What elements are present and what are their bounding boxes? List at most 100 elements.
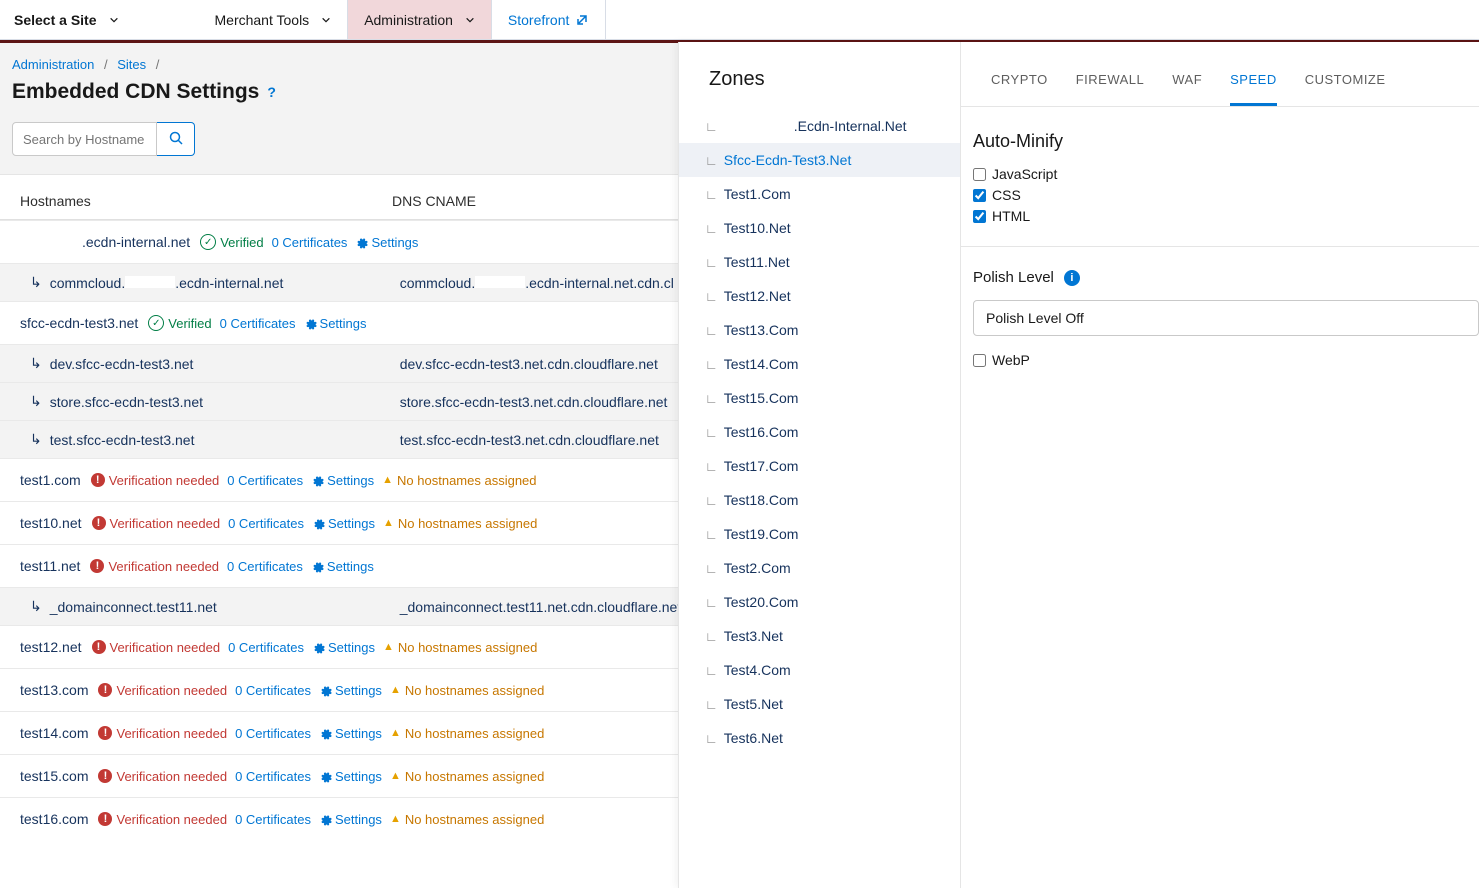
search-icon (169, 131, 183, 145)
polish-level-select[interactable]: Polish Level Off (973, 300, 1479, 336)
webp-row[interactable]: WebP (973, 352, 1479, 368)
settings-link[interactable]: Settings (319, 769, 382, 784)
verification-needed-badge: Verification needed (98, 726, 227, 741)
settings-link[interactable]: Settings (312, 640, 375, 655)
minify-css-checkbox[interactable] (973, 189, 986, 202)
sub-hostname: _domainconnect.test11.net (50, 599, 400, 615)
certificates-link[interactable]: 0 Certificates (235, 683, 311, 698)
settings-link[interactable]: Settings (319, 726, 382, 741)
certificates-link[interactable]: 0 Certificates (235, 812, 311, 827)
tree-icon: ∟ (705, 425, 718, 440)
settings-link[interactable]: Settings (319, 812, 382, 827)
tree-icon: ∟ (705, 731, 718, 746)
administration-label: Administration (364, 12, 453, 28)
sub-cname: store.sfcc-ecdn-test3.net.cdn.cloudflare… (400, 394, 668, 410)
storefront-link[interactable]: Storefront (492, 0, 606, 39)
help-icon[interactable]: ? (267, 84, 276, 100)
zone-item[interactable]: ∟Test18.Com (679, 483, 960, 517)
zone-label: Test6.Net (724, 730, 783, 746)
host-label: test11.net (20, 558, 80, 574)
certificates-link[interactable]: 0 Certificates (228, 640, 304, 655)
site-selector[interactable]: Select a Site (0, 0, 199, 39)
host-label: .ecdn-internal.net (20, 234, 190, 250)
warning-badge: No hostnames assigned (390, 769, 544, 784)
host-label: test13.com (20, 682, 88, 698)
zone-item[interactable]: ∟ Test6.Net (679, 721, 960, 755)
zone-item[interactable]: ∟Test4.Com (679, 653, 960, 687)
verification-needed-badge: Verification needed (91, 473, 220, 488)
sub-cname: test.sfcc-ecdn-test3.net.cdn.cloudflare.… (400, 432, 659, 448)
zone-label: Test3.Net (724, 628, 783, 644)
zone-label: Test13.Com (724, 322, 799, 338)
tab-firewall[interactable]: FIREWALL (1076, 72, 1145, 106)
zone-label: Test10.Net (724, 220, 791, 236)
polish-section: Polish Level i Polish Level Off WebP (961, 247, 1479, 368)
tab-crypto[interactable]: CRYPTO (991, 72, 1048, 106)
zone-item[interactable]: ∟Test16.Com (679, 415, 960, 449)
zone-item[interactable]: ∟Test11.Net (679, 245, 960, 279)
tab-customize[interactable]: CUSTOMIZE (1305, 72, 1386, 106)
zone-item[interactable]: ∟Test1.Com (679, 177, 960, 211)
zone-label: Test4.Com (724, 662, 791, 678)
zone-item[interactable]: ∟Test19.Com (679, 517, 960, 551)
zone-item[interactable]: ∟Test5.Net (679, 687, 960, 721)
breadcrumb-admin[interactable]: Administration (12, 57, 94, 72)
tab-waf[interactable]: WAF (1172, 72, 1202, 106)
host-label: test15.com (20, 768, 88, 784)
webp-checkbox[interactable] (973, 354, 986, 367)
tab-speed[interactable]: SPEED (1230, 72, 1277, 106)
certificates-link[interactable]: 0 Certificates (227, 473, 303, 488)
tree-icon: ∟ (705, 221, 718, 236)
administration-menu[interactable]: Administration (348, 0, 492, 39)
verification-needed-badge: Verification needed (92, 640, 221, 655)
indent-arrow-icon: ↳ (30, 598, 42, 615)
search-button[interactable] (157, 122, 195, 156)
site-selector-label: Select a Site (14, 12, 97, 28)
warning-badge: No hostnames assigned (383, 640, 537, 655)
verified-badge: Verified (200, 234, 263, 250)
minify-html-row[interactable]: HTML (973, 208, 1479, 224)
zone-item[interactable]: ∟Test17.Com (679, 449, 960, 483)
certificates-link[interactable]: 0 Certificates (228, 516, 304, 531)
info-icon[interactable]: i (1064, 270, 1080, 286)
zone-item[interactable]: ∟Sfcc-Ecdn-Test3.Net (679, 143, 960, 177)
settings-link[interactable]: Settings (319, 683, 382, 698)
settings-link[interactable]: Settings (355, 235, 418, 250)
minify-js-checkbox[interactable] (973, 168, 986, 181)
zone-item[interactable]: ∟Test20.Com (679, 585, 960, 619)
breadcrumb-sites[interactable]: Sites (117, 57, 146, 72)
host-label: test12.net (20, 639, 82, 655)
zone-item[interactable]: ∟Test12.Net (679, 279, 960, 313)
zone-item[interactable]: ∟Test14.Com (679, 347, 960, 381)
verification-needed-badge: Verification needed (90, 559, 219, 574)
certificates-link[interactable]: 0 Certificates (235, 769, 311, 784)
minify-css-row[interactable]: CSS (973, 187, 1479, 203)
settings-link[interactable]: Settings (311, 473, 374, 488)
zone-item[interactable]: ∟Test15.Com (679, 381, 960, 415)
zone-item[interactable]: ∟ Test10.Net (679, 211, 960, 245)
merchant-tools-menu[interactable]: Merchant Tools (199, 0, 349, 39)
host-label: test1.com (20, 472, 81, 488)
zone-label: Test12.Net (724, 288, 791, 304)
merchant-tools-label: Merchant Tools (215, 12, 310, 28)
verified-badge: Verified (148, 315, 211, 331)
column-cname: DNS CNAME (392, 185, 476, 219)
certificates-link[interactable]: 0 Certificates (235, 726, 311, 741)
certificates-link[interactable]: 0 Certificates (227, 559, 303, 574)
zone-item[interactable]: ∟Test3.Net (679, 619, 960, 653)
search-input[interactable] (12, 122, 157, 156)
settings-link[interactable]: Settings (311, 559, 374, 574)
minify-js-row[interactable]: JavaScript (973, 166, 1479, 182)
certificates-link[interactable]: 0 Certificates (220, 316, 296, 331)
zone-item[interactable]: ∟.Ecdn-Internal.Net (679, 109, 960, 143)
minify-html-checkbox[interactable] (973, 210, 986, 223)
storefront-label: Storefront (508, 12, 569, 28)
zone-item[interactable]: ∟Test2.Com (679, 551, 960, 585)
settings-link[interactable]: Settings (304, 316, 367, 331)
tree-icon: ∟ (705, 255, 718, 270)
zone-item[interactable]: ∟Test13.Com (679, 313, 960, 347)
indent-arrow-icon: ↳ (30, 355, 42, 372)
settings-link[interactable]: Settings (312, 516, 375, 531)
zone-label: Test17.Com (724, 458, 799, 474)
certificates-link[interactable]: 0 Certificates (272, 235, 348, 250)
